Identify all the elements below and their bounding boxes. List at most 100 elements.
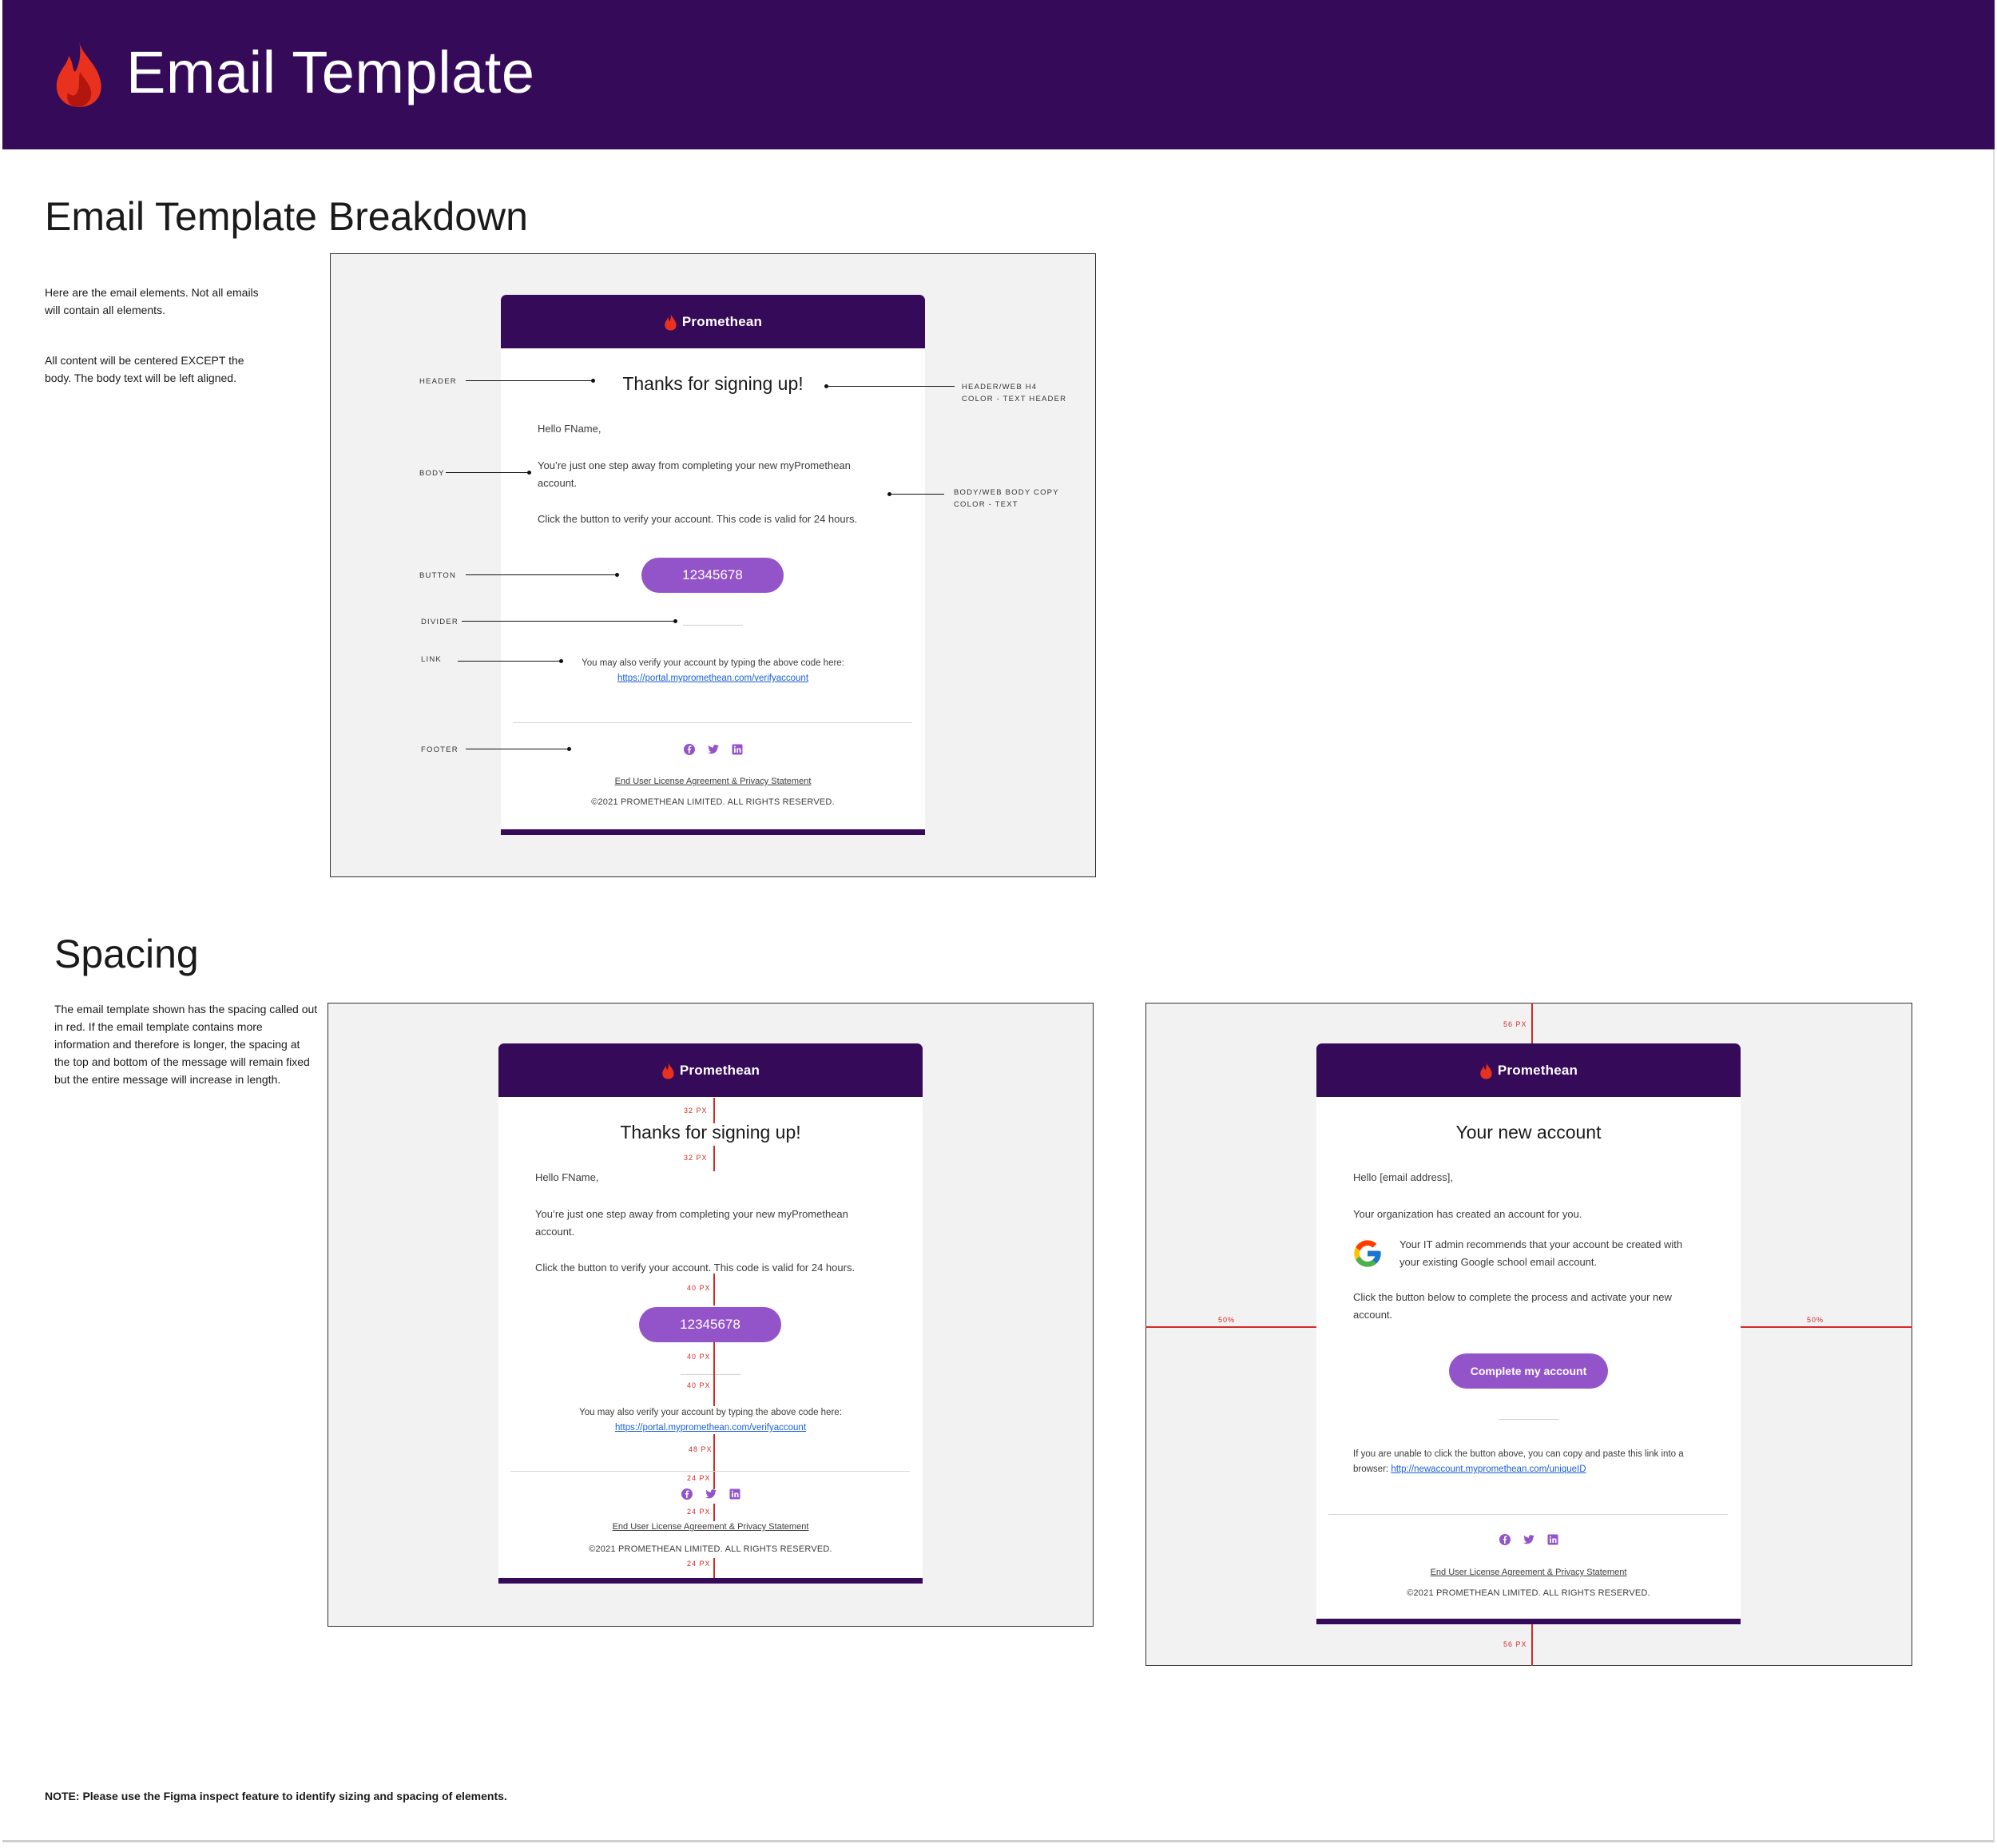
linkedin-icon[interactable] bbox=[1546, 1533, 1559, 1546]
email-body-2: Click the button to verify your account.… bbox=[535, 1262, 856, 1274]
spacing-marker bbox=[1741, 1326, 1912, 1328]
twitter-icon[interactable] bbox=[707, 743, 720, 756]
spacing-marker bbox=[713, 1558, 715, 1578]
spacing-label-32: 32 PX bbox=[684, 1154, 708, 1162]
email-heading: Thanks for signing up! bbox=[620, 1122, 801, 1143]
verify-link[interactable]: https://portal.mypromethean.com/verifyac… bbox=[617, 674, 808, 683]
spacing-label-40: 40 PX bbox=[687, 1284, 711, 1292]
breakdown-title: Email Template Breakdown bbox=[45, 194, 528, 239]
spacing-marker bbox=[713, 1472, 715, 1489]
spacing-label-56: 56 PX bbox=[1503, 1640, 1527, 1648]
spacing-label-40: 40 PX bbox=[687, 1353, 711, 1361]
spacing-marker bbox=[713, 1374, 715, 1406]
email-body-1: You’re just one step away from completin… bbox=[535, 1208, 848, 1238]
email-divider bbox=[1499, 1419, 1558, 1420]
account-link[interactable]: http://newaccount.mypromethean.com/uniqu… bbox=[1391, 1464, 1586, 1474]
email-footer-bar bbox=[1316, 1619, 1741, 1624]
email-footer-bar bbox=[498, 1578, 923, 1584]
brand-name: Promethean bbox=[681, 313, 763, 329]
spacing-marker bbox=[713, 1274, 715, 1306]
email-body-1: Your organization has created an account… bbox=[1353, 1208, 1582, 1220]
copyright: ©2021 PROMETHEAN LIMITED. ALL RIGHTS RES… bbox=[589, 1544, 832, 1554]
callout-body-spec-leader bbox=[890, 494, 944, 495]
spacing-marker bbox=[1531, 1624, 1533, 1666]
email-footer-bar bbox=[501, 829, 925, 835]
email-header: Promethean bbox=[1316, 1043, 1741, 1097]
google-recommendation: Your IT admin recommends that your accou… bbox=[1399, 1238, 1683, 1268]
spacing-marker bbox=[1531, 1003, 1533, 1043]
callout-link: LINK bbox=[421, 655, 442, 664]
spacing-intro: The email template shown has the spacing… bbox=[54, 1003, 318, 1086]
callout-header-spec-leader bbox=[827, 386, 955, 387]
spacing-label-24: 24 PX bbox=[687, 1474, 711, 1482]
link-paragraph: If you are unable to click the button ab… bbox=[1353, 1447, 1705, 1477]
breakdown-intro-2: All content will be centered EXCEPT the … bbox=[45, 354, 244, 384]
page-banner: Email Template bbox=[2, 0, 1995, 149]
email-preview-account: Promethean Your new account Hello [email… bbox=[1316, 1043, 1741, 1624]
link-paragraph: You may also verify your account by typi… bbox=[498, 1405, 923, 1436]
eula-link[interactable]: End User License Agreement & Privacy Sta… bbox=[1316, 1568, 1741, 1577]
eula-link[interactable]: End User License Agreement & Privacy Sta… bbox=[501, 777, 925, 786]
callout-divider-dot bbox=[673, 619, 677, 623]
linkedin-icon[interactable] bbox=[729, 1488, 741, 1500]
callout-body-spec-2: COLOR - TEXT bbox=[954, 500, 1018, 509]
callout-body-leader bbox=[446, 472, 530, 473]
social-icons bbox=[498, 1488, 923, 1500]
facebook-icon[interactable] bbox=[683, 743, 696, 756]
callout-body-spec-1: BODY/WEB BODY COPY bbox=[954, 488, 1059, 497]
twitter-icon[interactable] bbox=[705, 1488, 717, 1500]
callout-button-leader bbox=[466, 574, 617, 575]
email-greeting: Hello FName, bbox=[535, 1171, 599, 1183]
callout-link-leader bbox=[458, 661, 562, 662]
page-title: Email Template bbox=[126, 39, 535, 105]
facebook-icon[interactable] bbox=[1499, 1533, 1511, 1546]
eula-link[interactable]: End User License Agreement & Privacy Sta… bbox=[498, 1522, 923, 1532]
verify-link[interactable]: https://portal.mypromethean.com/verifyac… bbox=[615, 1423, 806, 1433]
callout-header-spec-1: HEADER/WEB H4 bbox=[962, 383, 1038, 391]
spacing-label-50pct: 50% bbox=[1807, 1316, 1824, 1324]
flame-icon bbox=[56, 42, 101, 107]
link-intro: You may also verify your account by typi… bbox=[579, 1408, 842, 1417]
callout-header-dot bbox=[591, 379, 595, 383]
callout-header-leader bbox=[466, 380, 594, 381]
verify-code-button[interactable]: 12345678 bbox=[641, 558, 784, 593]
callout-body-spec: BODY/WEB BODY COPY COLOR - TEXT bbox=[954, 487, 1059, 511]
flame-icon bbox=[665, 312, 677, 331]
facebook-icon[interactable] bbox=[681, 1488, 693, 1500]
email-header: Promethean bbox=[501, 295, 925, 348]
linkedin-icon[interactable] bbox=[731, 743, 744, 756]
email-header: Promethean bbox=[498, 1043, 923, 1097]
spacing-label-50pct: 50% bbox=[1218, 1316, 1236, 1324]
copyright: ©2021 PROMETHEAN LIMITED. ALL RIGHTS RES… bbox=[591, 797, 835, 807]
email-body-2: Click the button below to complete the p… bbox=[1353, 1291, 1672, 1321]
twitter-icon[interactable] bbox=[1523, 1533, 1535, 1546]
spacing-label-48: 48 PX bbox=[689, 1445, 713, 1453]
spacing-label-40: 40 PX bbox=[687, 1381, 711, 1389]
email-body-2: Click the button to verify your account.… bbox=[538, 513, 858, 525]
spacing-marker bbox=[713, 1504, 715, 1521]
callout-body-dot bbox=[527, 471, 531, 475]
spacing-label-24: 24 PX bbox=[687, 1508, 711, 1516]
email-body-1: You’re just one step away from completin… bbox=[538, 459, 851, 489]
email-greeting: Hello FName, bbox=[538, 423, 601, 435]
callout-header: HEADER bbox=[419, 377, 457, 386]
callout-link-dot bbox=[559, 659, 563, 663]
verify-code-button[interactable]: 12345678 bbox=[639, 1307, 781, 1342]
flame-icon bbox=[1480, 1061, 1492, 1079]
social-icons bbox=[501, 743, 925, 756]
footer-rule bbox=[513, 722, 912, 723]
email-preview-spacing: Promethean Thanks for signing up! Hello … bbox=[498, 1043, 923, 1584]
callout-divider-leader bbox=[462, 621, 676, 622]
flame-icon bbox=[662, 1061, 674, 1079]
email-greeting: Hello [email address], bbox=[1353, 1171, 1453, 1183]
figma-note: NOTE: Please use the Figma inspect featu… bbox=[45, 1790, 507, 1802]
callout-button: BUTTON bbox=[419, 571, 457, 580]
breakdown-intro-1: Here are the email elements. Not all ema… bbox=[45, 286, 259, 316]
spacing-marker bbox=[1145, 1326, 1316, 1328]
email-divider bbox=[681, 1374, 740, 1375]
link-paragraph: You may also verify your account by typi… bbox=[501, 656, 925, 686]
brand-name: Promethean bbox=[679, 1062, 760, 1078]
spacing-title: Spacing bbox=[54, 932, 199, 976]
complete-account-button[interactable]: Complete my account bbox=[1449, 1353, 1608, 1389]
brand-name: Promethean bbox=[1497, 1062, 1578, 1078]
